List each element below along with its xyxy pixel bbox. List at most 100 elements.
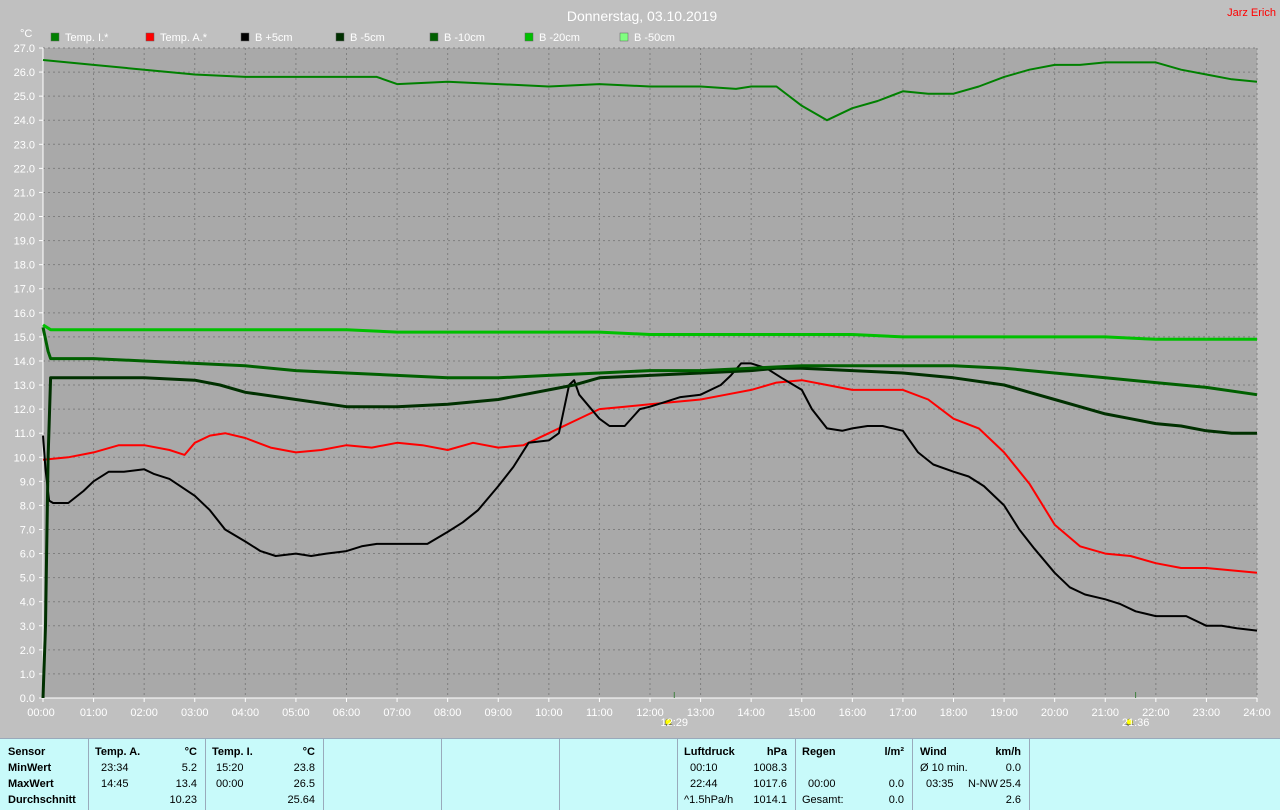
y-tick-label: 18.0	[14, 260, 35, 272]
y-tick-label: 21.0	[14, 187, 35, 199]
pressure-trend-value: 1014.1	[753, 794, 787, 806]
stats-row-max: MaxWert	[8, 778, 54, 790]
temp-i-unit: °C	[302, 746, 315, 758]
stats-temp-a: Temp. A. °C 23:34 5.2 14:45 13.4 10.23	[89, 739, 206, 810]
legend-label: Temp. A.*	[160, 32, 208, 44]
marker-label: 12:29	[661, 717, 689, 729]
y-tick-label: 8.0	[20, 500, 35, 512]
legend-label: B -5cm	[350, 32, 385, 44]
stats-empty-1	[324, 739, 442, 810]
y-tick-label: 27.0	[14, 43, 35, 55]
stats-wind: Wind km/h Ø 10 min. 0.0 03:35 N-NW 25.4 …	[913, 739, 1030, 810]
x-tick-label: 01:00	[80, 707, 108, 719]
pressure-header: Luftdruck	[684, 746, 735, 758]
x-tick-label: 17:00	[889, 707, 917, 719]
y-tick-label: 20.0	[14, 212, 35, 224]
wind-header: Wind	[920, 746, 947, 758]
x-tick-label: 15:00	[788, 707, 816, 719]
temp-a-min-value: 5.2	[181, 762, 197, 774]
x-tick-label: 21:00	[1091, 707, 1119, 719]
y-tick-label: 0.0	[20, 693, 35, 705]
stats-sensor: Sensor MinWert MaxWert Durchschnitt	[0, 739, 89, 810]
x-tick-label: 06:00	[333, 707, 361, 719]
stats-row-min: MinWert	[8, 762, 52, 774]
chart-title: Donnerstag, 03.10.2019	[567, 8, 717, 24]
y-tick-label: 15.0	[14, 332, 35, 344]
x-tick-label: 10:00	[535, 707, 563, 719]
temp-a-header: Temp. A.	[95, 746, 141, 758]
y-tick-label: 16.0	[14, 308, 35, 320]
rain-header: Regen	[802, 746, 836, 758]
chart: 0.0 1.0 2.0 3.0 4.0 5.0 6.0 7.0 8.0 9.0 10.0 11.0 12…	[14, 7, 1276, 729]
temp-i-min-value: 23.8	[293, 762, 315, 774]
x-tick-label: 07:00	[383, 707, 411, 719]
x-tick-label: 18:00	[940, 707, 968, 719]
temp-a-min-time: 23:34	[101, 762, 129, 774]
y-tick-label: 1.0	[20, 669, 35, 681]
x-tick-label: 04:00	[232, 707, 260, 719]
temp-a-max-value: 13.4	[175, 778, 197, 790]
y-tick-label: 17.0	[14, 284, 35, 296]
legend-swatch	[335, 32, 345, 42]
legend-swatch	[50, 32, 60, 42]
y-tick-label: 9.0	[20, 476, 35, 488]
stats-empty-3	[560, 739, 678, 810]
stats-temp-i: Temp. I. °C 15:20 23.8 00:00 26.5 25.64	[206, 739, 324, 810]
y-tick-label: 12.0	[14, 404, 35, 416]
stats-empty-2	[442, 739, 560, 810]
wind-avg-value: 2.6	[1005, 794, 1021, 806]
legend-swatch	[240, 32, 250, 42]
y-tick-label: 14.0	[14, 356, 35, 368]
legend-label: B -10cm	[444, 32, 485, 44]
pressure-max-value: 1017.6	[753, 778, 787, 790]
x-tick-label: 09:00	[484, 707, 512, 719]
x-tick-label: 19:00	[990, 707, 1018, 719]
x-tick-label: 02:00	[130, 707, 158, 719]
legend-label: B -20cm	[539, 32, 580, 44]
y-tick-label: 19.0	[14, 236, 35, 248]
y-tick-label: 23.0	[14, 139, 35, 151]
x-tick-label: 03:00	[181, 707, 209, 719]
x-tick-label: 00:00	[27, 707, 55, 719]
rain-unit: l/m²	[884, 746, 904, 758]
y-tick-label: 10.0	[14, 452, 35, 464]
pressure-max-time: 22:44	[690, 778, 718, 790]
wind-max-time: 03:35	[926, 778, 954, 790]
pressure-unit: hPa	[766, 746, 787, 758]
x-tick-label: 11:00	[586, 707, 613, 719]
legend-label: B -50cm	[634, 32, 675, 44]
stats-panel: Sensor MinWert MaxWert Durchschnitt Temp…	[0, 738, 1280, 810]
y-tick-label: 6.0	[20, 549, 35, 561]
wind-unit: km/h	[995, 746, 1021, 758]
rain-total-value: 0.0	[888, 794, 904, 806]
temp-a-avg-value: 10.23	[169, 794, 197, 806]
author-label: Jarz Erich	[1227, 7, 1276, 19]
legend-label: B +5cm	[255, 32, 293, 44]
y-tick-label: 13.0	[14, 380, 35, 392]
temp-i-header: Temp. I.	[212, 746, 253, 758]
pressure-trend-label: ^1.5hPa/h	[684, 794, 734, 806]
temp-a-unit: °C	[184, 746, 197, 758]
stats-pressure: Luftdruck hPa 00:10 1008.3 22:44 1017.6 …	[678, 739, 796, 810]
rain-value: 0.0	[888, 778, 904, 790]
y-tick-label: 22.0	[14, 163, 35, 175]
y-tick-label: 5.0	[20, 573, 35, 585]
legend-swatch	[429, 32, 439, 42]
legend-label: Temp. I.*	[65, 32, 109, 44]
y-tick-label: 26.0	[14, 67, 35, 79]
x-tick-label: 08:00	[434, 707, 462, 719]
x-tick-label: 13:00	[687, 707, 715, 719]
temp-i-max-value: 26.5	[293, 778, 315, 790]
wind-avg10-label: Ø 10 min.	[920, 762, 968, 774]
x-tick-label: 14:00	[737, 707, 765, 719]
stats-sensor-header: Sensor	[8, 746, 46, 758]
temp-i-min-time: 15:20	[216, 762, 244, 774]
wind-max-value: 25.4	[999, 778, 1021, 790]
x-tick-label: 05:00	[282, 707, 310, 719]
stats-row-avg: Durchschnitt	[8, 794, 76, 806]
y-tick-label: 24.0	[14, 115, 35, 127]
wind-avg10-value: 0.0	[1005, 762, 1021, 774]
y-tick-label: 25.0	[14, 91, 35, 103]
pressure-min-value: 1008.3	[753, 762, 787, 774]
x-tick-label: 16:00	[839, 707, 867, 719]
